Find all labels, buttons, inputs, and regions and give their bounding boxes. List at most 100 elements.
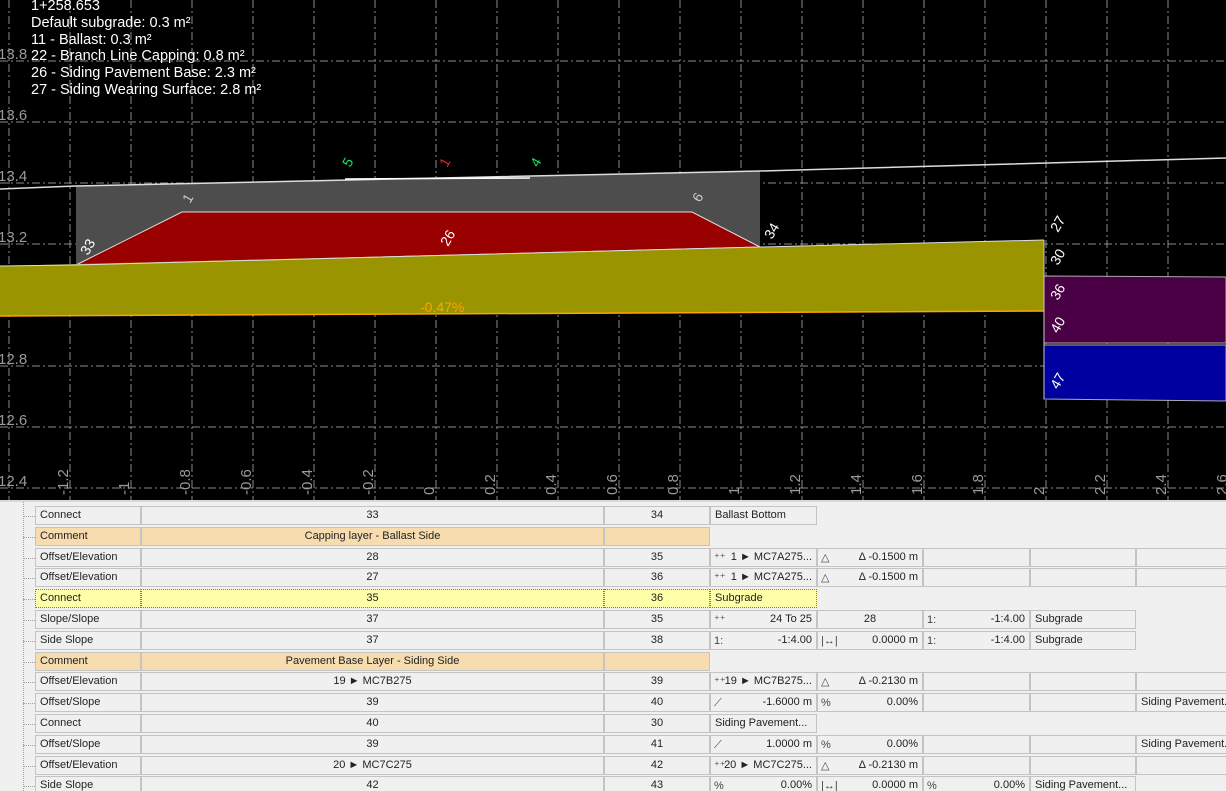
table-cell[interactable] [923,672,1030,692]
table-cell[interactable]: % 0.00% [817,693,923,713]
table-cell[interactable]: Capping layer - Ballast Side [141,526,604,546]
table-cell[interactable]: 35 [141,589,604,609]
cell-text: 39 [366,737,379,750]
table-cell[interactable]: ⟋ 1.0000 m [710,734,817,754]
table-cell[interactable]: 36 [604,568,710,588]
table-row[interactable]: Offset/Slope 39 40 ⟋ -1.6000 m% 0.00% Siding P… [35,693,1226,713]
row-type-cell[interactable]: Slope/Slope [35,610,141,629]
table-row[interactable]: Offset/Elevation 20 ► MC7C275 42 ⁺⁺ 20 ► MC7… [35,755,1226,775]
row-type-cell[interactable]: Offset/Slope [35,734,141,754]
table-cell[interactable]: △ Δ -0.1500 m [817,547,923,567]
row-type-cell[interactable]: Offset/Elevation [35,672,141,692]
table-cell[interactable]: 28 [817,610,923,629]
table-cell[interactable]: 37 [141,630,604,650]
table-cell[interactable]: ⁺⁺ 24 To 25 [710,610,817,629]
table-cell[interactable]: △ Δ -0.2130 m [817,755,923,775]
table-cell[interactable]: Pavement Base Layer - Siding Side [141,651,604,671]
table-cell[interactable]: % 0.00% [817,734,923,754]
table-cell[interactable]: 1: -1:4.00 [710,630,817,650]
percent-icon: % [714,780,724,791]
table-cell[interactable]: Siding Pavement... [710,714,817,733]
row-type-cell[interactable]: Offset/Elevation [35,568,141,588]
table-cell[interactable] [604,526,710,546]
table-cell[interactable] [1030,734,1136,754]
table-cell[interactable]: 39 [141,693,604,713]
table-cell[interactable] [604,651,710,671]
table-cell[interactable]: Siding Pavement... [1136,734,1226,754]
y-tick-label: 13.4 [0,168,27,185]
table-cell[interactable] [1030,568,1136,588]
table-cell[interactable]: 28 [141,547,604,567]
table-cell[interactable] [923,568,1030,588]
table-cell[interactable] [1136,672,1226,692]
table-cell[interactable]: 19 ► MC7B275 [141,672,604,692]
table-cell[interactable]: 36 [604,589,710,609]
table-cell[interactable]: △ Δ -0.1500 m [817,568,923,588]
table-cell[interactable]: 20 ► MC7C275 [141,755,604,775]
table-cell[interactable]: 1: -1:4.00 [923,630,1030,650]
table-cell[interactable]: 39 [141,734,604,754]
table-row[interactable]: Comment Pavement Base Layer - Siding Side [35,651,710,671]
table-row[interactable]: Slope/Slope 37 35 ⁺⁺ 24 To 25 28 1: -1:4.00 Subg… [35,610,1136,629]
row-type-cell[interactable]: Offset/Elevation [35,755,141,775]
table-cell[interactable] [1136,547,1226,567]
table-cell[interactable] [1030,547,1136,567]
table-cell[interactable]: ⁺⁺ 1 ► MC7A275... [710,547,817,567]
table-cell[interactable] [923,734,1030,754]
table-cell[interactable]: 41 [604,734,710,754]
table-cell[interactable]: Subgrade [1030,610,1136,629]
table-cell[interactable] [1136,568,1226,588]
table-cell[interactable] [1030,755,1136,775]
table-cell[interactable]: 27 [141,568,604,588]
table-cell[interactable]: 30 [604,714,710,733]
table-cell[interactable]: ⟋ -1.6000 m [710,693,817,713]
row-type-cell[interactable]: Connect [35,589,141,609]
table-cell[interactable] [1030,693,1136,713]
table-row[interactable]: Connect 35 36 Subgrade [35,589,817,609]
table-cell[interactable]: 1: -1:4.00 [923,610,1030,629]
table-row[interactable]: Connect 40 30 Siding Pavement... [35,714,817,733]
table-cell[interactable]: ⁺⁺ 19 ► MC7B275... [710,672,817,692]
row-type-cell[interactable]: Comment [35,526,141,546]
table-row[interactable]: Offset/Elevation 27 36 ⁺⁺ 1 ► MC7A275... △ Δ -… [35,568,1226,588]
row-type-cell[interactable]: Connect [35,506,141,525]
row-type-cell[interactable]: Offset/Slope [35,693,141,713]
table-cell[interactable]: Subgrade [710,589,817,609]
table-cell[interactable] [1030,672,1136,692]
table-cell[interactable] [923,547,1030,567]
table-cell[interactable] [923,755,1030,775]
row-type-cell[interactable]: Side Slope [35,630,141,650]
table-row[interactable]: Offset/Elevation 28 35 ⁺⁺ 1 ► MC7A275... △ Δ -… [35,547,1226,567]
table-cell[interactable] [1136,755,1226,775]
table-row[interactable]: Offset/Elevation 19 ► MC7B275 39 ⁺⁺ 19 ► MC7… [35,672,1226,692]
table-cell[interactable]: 39 [604,672,710,692]
row-type-cell[interactable]: Connect [35,714,141,733]
table-cell[interactable]: 40 [141,714,604,733]
row-type-cell[interactable]: Comment [35,651,141,671]
cell-text: 39 [650,675,664,688]
row-type-cell[interactable]: Offset/Elevation [35,547,141,567]
table-cell[interactable]: Ballast Bottom [710,506,817,525]
table-cell[interactable]: ⁺⁺ 1 ► MC7A275... [710,568,817,588]
table-cell[interactable]: 37 [141,610,604,629]
table-cell[interactable]: 42 [604,755,710,775]
table-cell[interactable]: Subgrade [1030,630,1136,650]
table-cell[interactable]: 33 [141,506,604,525]
cross-section-view[interactable]: -1.2 -1 -0.8 -0.6 -0.4 -0.2 0 0.2 0.4 0.6 0.8 1 1.2 1… [0,0,1226,500]
table-row[interactable]: Offset/Slope 39 41 ⟋ 1.0000 m% 0.00% Siding Pa… [35,734,1226,754]
table-row[interactable]: Connect 33 34 Ballast Bottom [35,506,817,525]
table-cell[interactable]: 35 [604,547,710,567]
cell-text: 27 [366,571,379,584]
table-cell[interactable]: ⁺⁺ 20 ► MC7C275... [710,755,817,775]
table-row[interactable]: Comment Capping layer - Ballast Side [35,526,710,546]
table-cell[interactable]: 38 [604,630,710,650]
table-cell[interactable]: △ Δ -0.2130 m [817,672,923,692]
table-cell[interactable] [923,693,1030,713]
table-row[interactable]: Side Slope 37 38 1: -1:4.00 |↔| 0.0000 m 1: -1:4… [35,630,1136,650]
table-cell[interactable]: Siding Pavement... [1136,693,1226,713]
table-cell[interactable]: 35 [604,610,710,629]
template-points-grid[interactable]: Connect 33 34 Ballast Bottom Comment Capping … [0,500,1226,791]
table-cell[interactable]: |↔| 0.0000 m [817,630,923,650]
table-cell[interactable]: 34 [604,506,710,525]
table-cell[interactable]: 40 [604,693,710,713]
